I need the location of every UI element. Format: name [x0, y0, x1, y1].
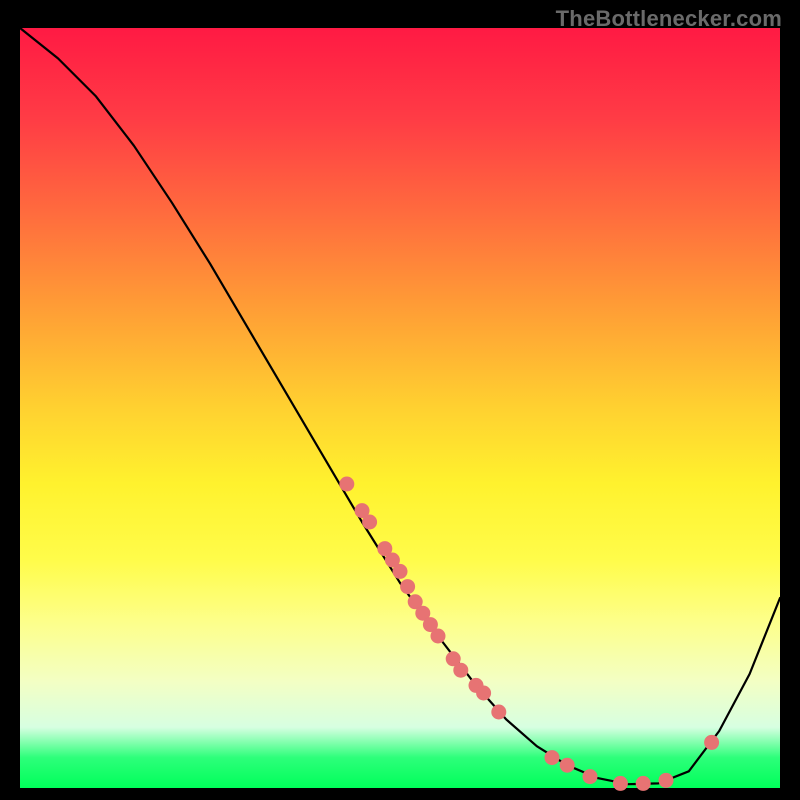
scatter-point	[659, 773, 674, 788]
scatter-point	[453, 663, 468, 678]
scatter-point	[560, 758, 575, 773]
scatter-point	[704, 735, 719, 750]
scatter-point	[545, 750, 560, 765]
chart-plot-area	[20, 28, 780, 788]
watermark-text: TheBottlenecker.com	[556, 6, 782, 32]
scatter-point	[476, 686, 491, 701]
scatter-point	[339, 477, 354, 492]
chart-svg	[20, 28, 780, 788]
scatter-point	[400, 579, 415, 594]
scatter-point	[491, 705, 506, 720]
scatter-point	[362, 515, 377, 530]
scatter-point	[431, 629, 446, 644]
scatter-point	[393, 564, 408, 579]
scatter-point	[636, 776, 651, 791]
scatter-points	[339, 477, 719, 791]
scatter-point	[613, 776, 628, 791]
curve-line	[20, 28, 780, 784]
scatter-point	[583, 769, 598, 784]
